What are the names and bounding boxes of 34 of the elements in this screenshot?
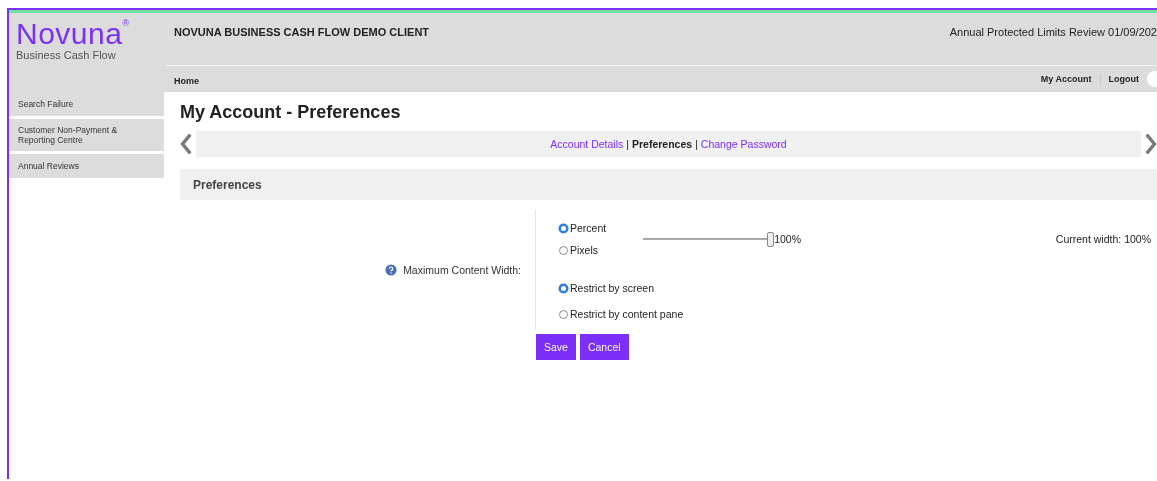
previous-icon[interactable] [180,133,192,155]
section-title: Preferences [193,177,262,192]
radio-button[interactable] [559,309,568,319]
help-icon[interactable] [385,264,398,276]
tab[interactable]: Account Details [550,138,624,150]
radio-label: Restrict by screen [570,282,655,294]
radio-label: Percent [570,222,607,234]
logo-tagline: Business Cash Flow [16,49,117,61]
sidebar-item[interactable]: Customer Non-Payment & Reporting Centre [9,119,164,151]
save-button[interactable]: Save [536,334,576,360]
nav-link[interactable]: My Account [1040,73,1092,84]
next-icon[interactable] [1145,133,1157,155]
page-title: My Account - Preferences [180,102,402,123]
current-width: Current width: 100% [1055,233,1152,245]
cancel-button[interactable]: Cancel [579,334,629,360]
radio-button[interactable] [559,223,568,233]
radio-button[interactable] [559,283,568,293]
slider-thumb[interactable] [767,231,775,247]
sidebar-item[interactable]: Search Failure [9,92,164,116]
slider-value: 100% [774,233,802,245]
radio-label: Restrict by content pane [570,308,684,320]
radio-label: Pixels [570,244,598,256]
separator: | [695,138,698,150]
logo: Novuna$^{®}$ [16,19,130,49]
tab[interactable]: Change Password [700,138,787,150]
field-label: Maximum Content Width: [403,264,521,276]
notice-text: Annual Protected Limits Review 01/09/202 [949,26,1157,40]
radio-button[interactable] [559,245,568,255]
nav-link[interactable]: Logout [1108,73,1139,84]
client-name: NOVUNA BUSINESS CASH FLOW DEMO CLIENT [174,26,430,40]
separator: | [626,138,629,150]
nav-link[interactable]: Home [174,75,199,86]
sidebar-item[interactable]: Annual Reviews [9,154,164,178]
tab[interactable]: Preferences [632,138,693,150]
